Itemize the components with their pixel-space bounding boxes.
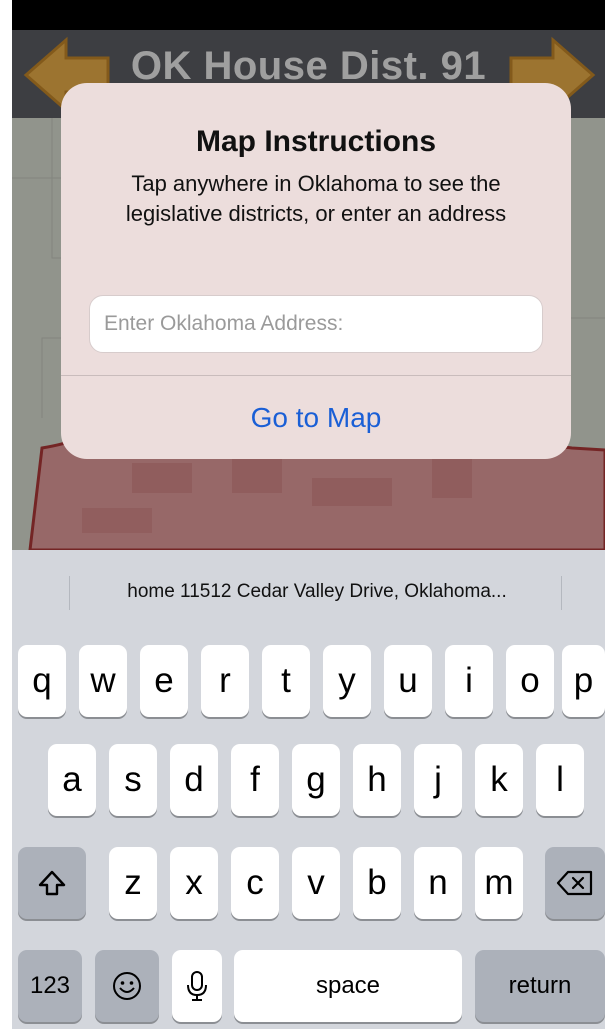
address-input[interactable]: Enter Oklahoma Address: [89,295,543,353]
dialog-message: Tap anywhere in Oklahoma to see the legi… [125,171,507,226]
key-e[interactable]: e [140,645,188,717]
key-m[interactable]: m [475,847,523,919]
key-k[interactable]: k [475,744,523,816]
key-g[interactable]: g [292,744,340,816]
key-t[interactable]: t [262,645,310,717]
microphone-icon [187,971,207,1001]
numbers-key[interactable]: 123 [18,950,82,1022]
key-i[interactable]: i [445,645,493,717]
key-o[interactable]: o [506,645,554,717]
key-b[interactable]: b [353,847,401,919]
key-v[interactable]: v [292,847,340,919]
key-z[interactable]: z [109,847,157,919]
key-s[interactable]: s [109,744,157,816]
suggestion-bar: home 11512 Cedar Valley Drive, Oklahoma.… [12,550,605,634]
delete-icon [556,870,593,896]
map-instructions-dialog: Map Instructions Tap anywhere in Oklahom… [61,83,571,459]
key-l[interactable]: l [536,744,584,816]
key-a[interactable]: a [48,744,96,816]
key-r[interactable]: r [201,645,249,717]
address-suggestion[interactable]: home 11512 Cedar Valley Drive, Oklahoma.… [76,550,558,634]
key-x[interactable]: x [170,847,218,919]
go-to-map-button[interactable]: Go to Map [61,376,571,459]
key-q[interactable]: q [18,645,66,717]
key-d[interactable]: d [170,744,218,816]
status-bar [12,0,605,30]
suggestion-divider [561,576,562,610]
key-p[interactable]: p [562,645,605,717]
phone-screen: OK House Dist. 91 Map Instructions Tap a… [12,0,605,1029]
address-input-placeholder: Enter Oklahoma Address: [104,312,344,335]
key-c[interactable]: c [231,847,279,919]
key-j[interactable]: j [414,744,462,816]
key-h[interactable]: h [353,744,401,816]
key-w[interactable]: w [79,645,127,717]
return-key[interactable]: return [475,950,605,1022]
dictation-key[interactable] [172,950,222,1022]
emoji-key[interactable] [95,950,159,1022]
key-y[interactable]: y [323,645,371,717]
key-f[interactable]: f [231,744,279,816]
delete-key[interactable] [545,847,605,919]
space-key[interactable]: space [234,950,462,1022]
key-n[interactable]: n [414,847,462,919]
emoji-icon [113,972,141,1000]
shift-key[interactable] [18,847,86,919]
suggestion-divider [69,576,70,610]
key-u[interactable]: u [384,645,432,717]
dialog-title: Map Instructions [195,125,436,158]
shift-icon [38,870,66,896]
keyboard: home 11512 Cedar Valley Drive, Oklahoma.… [12,550,605,1029]
